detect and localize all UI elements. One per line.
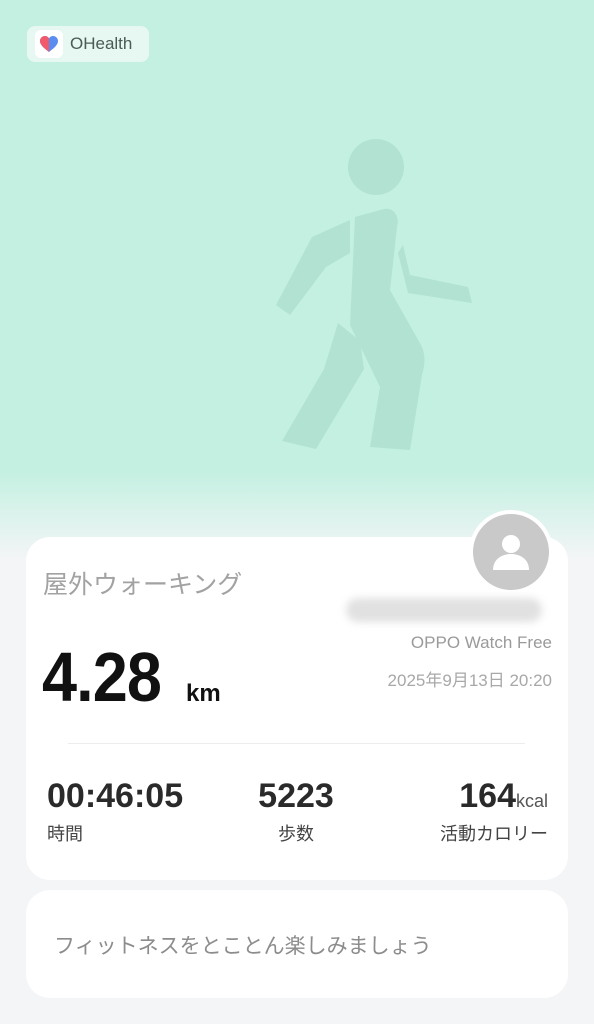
app-name: OHealth	[70, 34, 133, 53]
stat-steps: 5223 歩数	[216, 777, 376, 846]
calories-label: 活動カロリー	[440, 824, 548, 845]
app-badge: OHealth	[27, 26, 149, 62]
calories-value: 164	[459, 777, 516, 815]
duration-label: 時間	[47, 824, 83, 845]
activity-summary-card[interactable]: 屋外ウォーキング OPPO Watch Free 2025年9月13日 20:2…	[26, 510, 568, 880]
divider	[68, 743, 525, 744]
steps-value: 5223	[258, 777, 334, 815]
stat-calories: 164kcal 活動カロリー	[440, 777, 548, 846]
distance-value: 4.28	[42, 638, 162, 716]
heart-icon	[35, 30, 63, 58]
activity-datetime: 2025年9月13日 20:20	[387, 671, 552, 690]
calories-unit: kcal	[515, 791, 548, 811]
device-name: OPPO Watch Free	[410, 633, 552, 652]
blurred-username	[346, 598, 542, 622]
stat-duration: 00:46:05 時間	[47, 777, 183, 846]
distance-unit: km	[186, 680, 221, 707]
steps-label: 歩数	[278, 824, 314, 845]
avatar[interactable]	[469, 510, 553, 594]
walking-person-icon	[276, 139, 472, 450]
motivation-card[interactable]: フィットネスをとことん楽しみましょう	[26, 890, 568, 998]
activity-type-title: 屋外ウォーキング	[43, 570, 243, 599]
motivation-text: フィットネスをとことん楽しみましょう	[54, 934, 432, 958]
duration-value: 00:46:05	[47, 777, 184, 815]
hero-banner: OHealth	[0, 0, 594, 560]
user-icon	[493, 535, 529, 570]
